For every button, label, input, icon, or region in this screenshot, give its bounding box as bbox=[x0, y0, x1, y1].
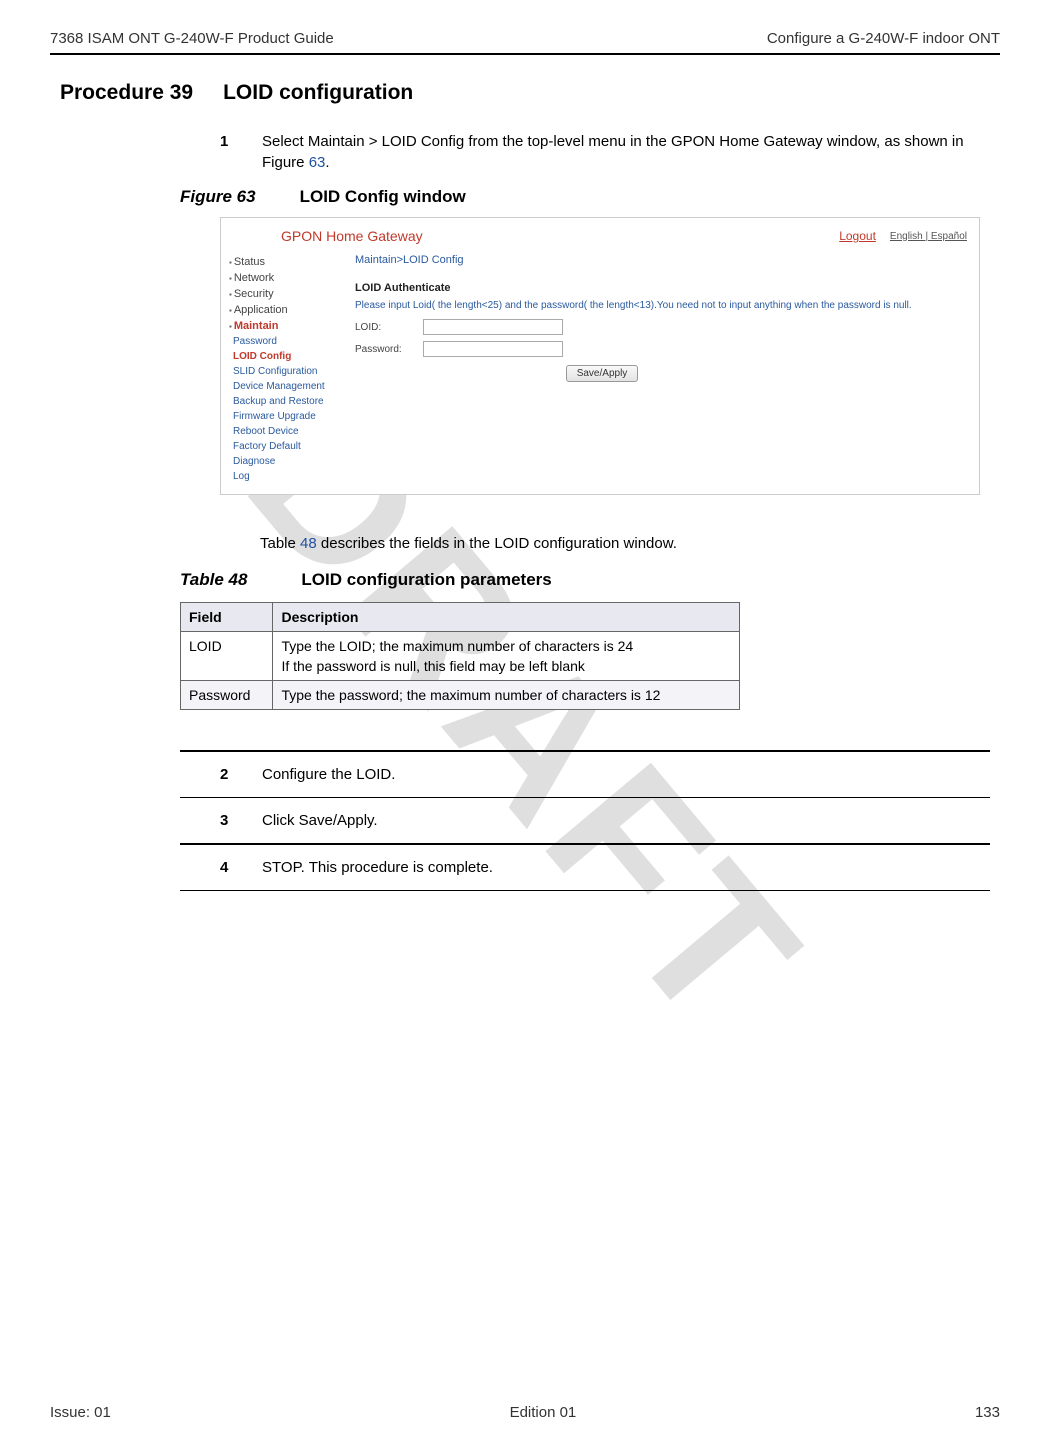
procedure-label: Procedure 39 bbox=[60, 81, 193, 105]
password-label: Password: bbox=[355, 344, 415, 355]
step-3-text: Click Save/Apply. bbox=[262, 812, 378, 829]
loid-hint: Please input Loid( the length<25) and th… bbox=[355, 300, 969, 311]
nav-loid-config[interactable]: LOID Config bbox=[229, 349, 345, 364]
page-header: 7368 ISAM ONT G-240W-F Product Guide Con… bbox=[50, 30, 1000, 53]
divider bbox=[180, 797, 990, 798]
step-2-text: Configure the LOID. bbox=[262, 766, 395, 783]
ss-body: Status Network Security Application Main… bbox=[221, 250, 979, 494]
th-description: Description bbox=[273, 603, 740, 632]
table-caption: LOID configuration parameters bbox=[301, 570, 551, 590]
table-label: Table 48 bbox=[180, 570, 247, 590]
table-intro: Table 48 describes the fields in the LOI… bbox=[260, 535, 1000, 552]
loid-input[interactable] bbox=[423, 319, 563, 335]
ss-header-right: Logout English | Español bbox=[839, 229, 967, 243]
cell-password-field: Password bbox=[181, 681, 273, 710]
divider bbox=[180, 750, 990, 752]
ss-app-title: GPON Home Gateway bbox=[281, 228, 423, 244]
nav-security[interactable]: Security bbox=[229, 286, 345, 302]
language-switch[interactable]: English | Español bbox=[890, 231, 967, 242]
footer-left: Issue: 01 bbox=[50, 1404, 111, 1421]
step-4-number: 4 bbox=[220, 859, 234, 876]
nav-maintain[interactable]: Maintain bbox=[229, 318, 345, 334]
step-1-text: Select Maintain > LOID Config from the t… bbox=[262, 131, 990, 173]
nav-application[interactable]: Application bbox=[229, 302, 345, 318]
step-3: 3 Click Save/Apply. bbox=[220, 812, 1000, 829]
footer-center: Edition 01 bbox=[510, 1404, 577, 1421]
page-container: 7368 ISAM ONT G-240W-F Product Guide Con… bbox=[0, 0, 1050, 1441]
nav-network[interactable]: Network bbox=[229, 270, 345, 286]
loid-desc-2: If the password is null, this field may … bbox=[281, 658, 731, 674]
ss-header: GPON Home Gateway Logout English | Españ… bbox=[221, 218, 979, 250]
figure-caption: LOID Config window bbox=[300, 187, 466, 207]
step-1-text-a: Select Maintain > LOID Config from the t… bbox=[262, 133, 964, 171]
nav-diagnose[interactable]: Diagnose bbox=[229, 454, 345, 469]
loid-label: LOID: bbox=[355, 322, 415, 333]
step-4: 4 STOP. This procedure is complete. bbox=[220, 859, 1000, 876]
step-4-text: STOP. This procedure is complete. bbox=[262, 859, 493, 876]
nav-backup[interactable]: Backup and Restore bbox=[229, 394, 345, 409]
loid-desc-1: Type the LOID; the maximum number of cha… bbox=[281, 638, 633, 654]
procedure-heading: Procedure 39 LOID configuration bbox=[60, 81, 1000, 105]
header-right: Configure a G-240W-F indoor ONT bbox=[767, 30, 1000, 47]
figure-63-title: Figure 63 LOID Config window bbox=[180, 187, 1000, 207]
password-row: Password: bbox=[355, 341, 969, 357]
loid-config-screenshot: GPON Home Gateway Logout English | Españ… bbox=[220, 217, 980, 495]
table-header-row: Field Description bbox=[181, 603, 740, 632]
header-rule bbox=[50, 53, 1000, 55]
loid-row: LOID: bbox=[355, 319, 969, 335]
ss-main: Maintain>LOID Config LOID Authenticate P… bbox=[351, 250, 979, 494]
cell-loid-field: LOID bbox=[181, 632, 273, 681]
step-3-number: 3 bbox=[220, 812, 234, 829]
procedure-title-text: LOID configuration bbox=[223, 81, 413, 105]
loid-param-table: Field Description LOID Type the LOID; th… bbox=[180, 602, 740, 710]
table-row: LOID Type the LOID; the maximum number o… bbox=[181, 632, 740, 681]
step-1: 1 Select Maintain > LOID Config from the… bbox=[220, 131, 990, 187]
th-field: Field bbox=[181, 603, 273, 632]
nav-factory[interactable]: Factory Default bbox=[229, 439, 345, 454]
divider bbox=[180, 843, 990, 845]
step-2-number: 2 bbox=[220, 766, 234, 783]
step-1-text-b: . bbox=[325, 154, 329, 171]
button-row: Save/Apply bbox=[235, 365, 969, 382]
divider bbox=[180, 890, 990, 891]
page-footer: Issue: 01 Edition 01 133 bbox=[50, 1394, 1000, 1421]
figure-link[interactable]: 63 bbox=[309, 154, 326, 171]
nav-password[interactable]: Password bbox=[229, 334, 345, 349]
logout-link[interactable]: Logout bbox=[839, 229, 876, 243]
table-48-title: Table 48 LOID configuration parameters bbox=[180, 570, 1000, 590]
breadcrumb: Maintain>LOID Config bbox=[355, 254, 969, 266]
table-link[interactable]: 48 bbox=[300, 535, 317, 552]
header-left: 7368 ISAM ONT G-240W-F Product Guide bbox=[50, 30, 334, 47]
loid-section-title: LOID Authenticate bbox=[355, 282, 969, 294]
password-input[interactable] bbox=[423, 341, 563, 357]
nav-reboot[interactable]: Reboot Device bbox=[229, 424, 345, 439]
cell-password-desc: Type the password; the maximum number of… bbox=[273, 681, 740, 710]
nav-status[interactable]: Status bbox=[229, 254, 345, 270]
table-row: Password Type the password; the maximum … bbox=[181, 681, 740, 710]
table-intro-a: Table bbox=[260, 535, 300, 552]
nav-firmware[interactable]: Firmware Upgrade bbox=[229, 409, 345, 424]
cell-loid-desc: Type the LOID; the maximum number of cha… bbox=[273, 632, 740, 681]
footer-right: 133 bbox=[975, 1404, 1000, 1421]
figure-label: Figure 63 bbox=[180, 187, 256, 207]
nav-log[interactable]: Log bbox=[229, 469, 345, 484]
step-1-number: 1 bbox=[220, 131, 234, 173]
table-intro-b: describes the fields in the LOID configu… bbox=[317, 535, 677, 552]
step-2: 2 Configure the LOID. bbox=[220, 766, 1000, 783]
save-apply-button[interactable]: Save/Apply bbox=[566, 365, 639, 382]
